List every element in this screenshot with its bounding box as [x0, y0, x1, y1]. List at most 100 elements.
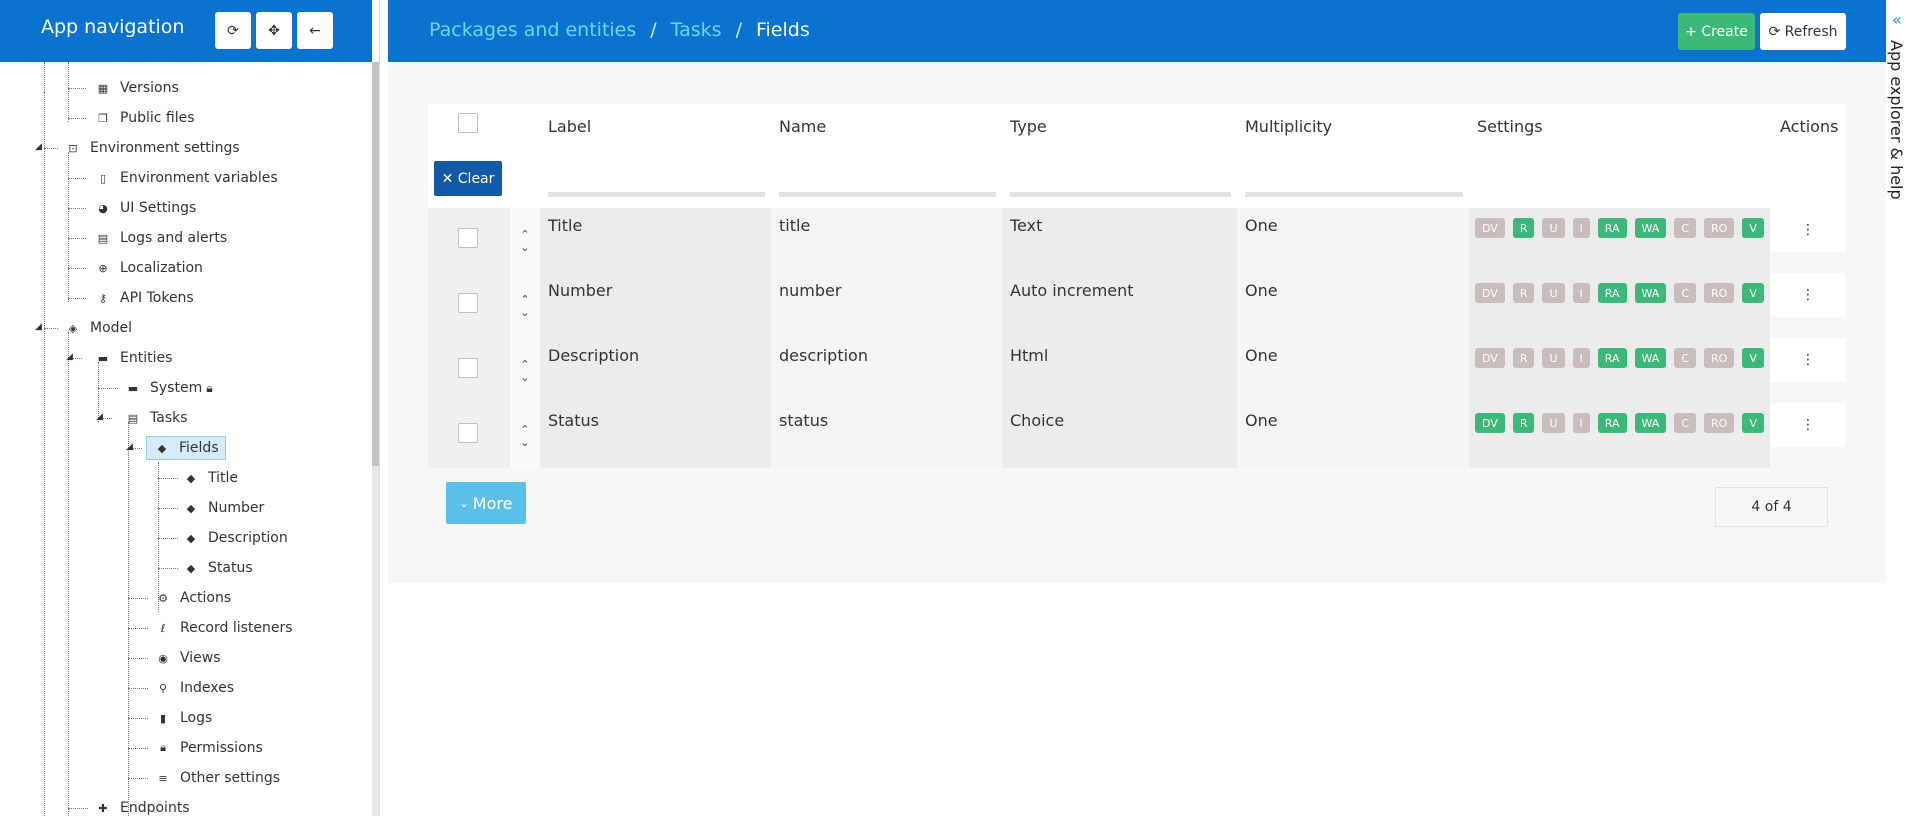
cell-settings: DV R U I RA WA C RO V [1469, 338, 1770, 403]
tree-item-other-settings[interactable]: ≡ Other settings [156, 766, 280, 790]
tree-item-system[interactable]: ▬ System 🔒︎ [126, 376, 213, 400]
cell-name: description [771, 338, 1002, 403]
locate-button[interactable]: ✥ [256, 12, 292, 49]
expanded-caret-icon[interactable]: ◢ [66, 352, 73, 362]
type-filter-input[interactable] [1010, 192, 1231, 197]
row-checkbox[interactable] [458, 293, 478, 313]
tree-item-api-tokens[interactable]: ⚷ API Tokens [96, 286, 194, 310]
tree-item-logs[interactable]: ▮ Logs [156, 706, 212, 730]
setting-badge-r: R [1512, 283, 1535, 303]
tree-item-label: Tasks [150, 410, 188, 426]
tree-item-entities[interactable]: ▬ Entities [96, 346, 173, 370]
cell-type: Auto increment [1002, 273, 1237, 338]
load-more-button[interactable]: ⌄ More [446, 482, 526, 524]
table-row[interactable]: ⌃ ⌄ Status status Choice One DV R U I RA WA C RO… [428, 403, 1846, 468]
column-header-actions: Actions [1780, 117, 1839, 136]
cell-actions: ⋮ [1770, 273, 1846, 338]
row-checkbox[interactable] [458, 423, 478, 443]
create-button[interactable]: + Create [1678, 13, 1755, 50]
cell-label: Description [540, 338, 771, 403]
tree-item-model[interactable]: ◈ Model [66, 316, 132, 340]
expanded-caret-icon[interactable]: ◢ [126, 442, 133, 452]
fields-panel: Label Name Type Multiplicity Settings Ac… [388, 62, 1886, 583]
tree-item-label: Logs and alerts [120, 230, 228, 246]
refresh-button[interactable]: ⟳ Refresh [1760, 13, 1846, 50]
tree-item-label: Status [208, 560, 253, 576]
column-header-multiplicity[interactable]: Multiplicity [1245, 117, 1332, 136]
tree-item-permissions[interactable]: 🔒︎ Permissions [156, 736, 263, 760]
setting-badge-r: R [1512, 413, 1535, 433]
kebab-icon: ⋮ [1801, 222, 1815, 238]
row-checkbox[interactable] [458, 358, 478, 378]
select-all-checkbox[interactable] [458, 113, 478, 133]
multiplicity-filter-input[interactable] [1245, 192, 1463, 197]
row-menu-button[interactable]: ⋮ [1770, 403, 1846, 447]
cell-multiplicity: One [1237, 338, 1469, 403]
table-row[interactable]: ⌃ ⌄ Number number Auto increment One DV R U… [428, 273, 1846, 338]
table-header: Label Name Type Multiplicity Settings Ac… [428, 104, 1846, 208]
tree-item-environment-variables[interactable]: ▯ Environment variables [96, 166, 278, 190]
tree-item-label: UI Settings [120, 200, 197, 216]
cell-label: Title [540, 208, 771, 273]
reorder-handle-icon[interactable]: ⌃ ⌄ [510, 338, 540, 403]
refresh-tree-button[interactable]: ⟳ [215, 12, 251, 49]
setting-badge-v: V [1742, 283, 1764, 303]
tree-item-versions[interactable]: ▦ Versions [96, 76, 179, 100]
clear-filters-button[interactable]: ✕ Clear [434, 161, 502, 196]
tree-item-actions[interactable]: ⚙ Actions [156, 586, 231, 610]
sidebar-scrollbar[interactable] [372, 62, 379, 816]
column-header-label[interactable]: Label [548, 117, 591, 136]
row-check-cell [428, 208, 510, 273]
tree-item-localization[interactable]: ⊕ Localization [96, 256, 203, 280]
expanded-caret-icon[interactable]: ◢ [96, 412, 103, 422]
tree-item-public-files[interactable]: ❐ Public files [96, 106, 194, 130]
setting-badge-ra: RA [1597, 348, 1627, 368]
chevron-down-icon: ⌄ [459, 496, 469, 510]
clipboard-icon: ▯ [99, 171, 107, 185]
sidebar-scrollbar-thumb[interactable] [372, 62, 379, 466]
tree-item-indexes[interactable]: ⚲ Indexes [156, 676, 234, 700]
breadcrumb-current: Fields [755, 19, 810, 41]
table-row[interactable]: ⌃ ⌄ Description description Html One DV R U… [428, 338, 1846, 403]
reorder-handle-icon[interactable]: ⌃ ⌄ [510, 273, 540, 338]
cell-actions: ⋮ [1770, 403, 1846, 468]
breadcrumb-tasks-link[interactable]: Tasks [671, 19, 722, 41]
row-checkbox[interactable] [458, 228, 478, 248]
tree-item-fields[interactable]: ◆ Fields [146, 436, 226, 460]
reorder-handle-icon[interactable]: ⌃ ⌄ [510, 403, 540, 468]
tree-item-ui-settings[interactable]: ◕ UI Settings [96, 196, 196, 220]
breadcrumb-packages-link[interactable]: Packages and entities [429, 19, 636, 41]
kebab-icon: ⋮ [1801, 287, 1815, 303]
row-menu-button[interactable]: ⋮ [1770, 338, 1846, 382]
eye-icon: ◉ [158, 651, 168, 665]
tree-item-views[interactable]: ◉ Views [156, 646, 220, 670]
help-rail-label[interactable]: App explorer & help [1887, 40, 1906, 200]
tree-item-record-listeners[interactable]: ℓ Record listeners [156, 616, 293, 640]
tree-item-status[interactable]: ◆ Status [184, 556, 253, 580]
row-menu-button[interactable]: ⋮ [1770, 273, 1846, 317]
tree-item-environment-settings[interactable]: ⊡ Environment settings [66, 136, 239, 160]
tree-item-title[interactable]: ◆ Title [184, 466, 238, 490]
setting-badge-wa: WA [1634, 218, 1667, 238]
column-header-name[interactable]: Name [779, 117, 826, 136]
table-row[interactable]: ⌃ ⌄ Title title Text One DV R U I RA WA C RO V ⋮ [428, 208, 1846, 273]
column-header-type[interactable]: Type [1010, 117, 1047, 136]
row-menu-button[interactable]: ⋮ [1770, 208, 1846, 252]
expanded-caret-icon[interactable]: ◢ [35, 322, 42, 332]
arrow-left-icon: ← [309, 22, 321, 39]
tree-item-tasks[interactable]: ▤ Tasks [126, 406, 188, 430]
tag-icon: ◆ [186, 471, 196, 485]
help-rail[interactable]: « App explorer & help [1886, 0, 1911, 816]
expanded-caret-icon[interactable]: ◢ [35, 142, 42, 152]
double-chevron-left-icon[interactable]: « [1892, 10, 1902, 29]
tree-item-endpoints[interactable]: ✚ Endpoints [96, 796, 189, 816]
tree-item-logs-and-alerts[interactable]: ▤ Logs and alerts [96, 226, 227, 250]
tree-item-description[interactable]: ◆ Description [184, 526, 288, 550]
name-filter-input[interactable] [779, 192, 996, 197]
reorder-handle-icon[interactable]: ⌃ ⌄ [510, 208, 540, 273]
cell-name: status [771, 403, 1002, 468]
collapse-sidebar-button[interactable]: ← [297, 12, 333, 49]
label-filter-input[interactable] [548, 192, 765, 197]
tree-item-number[interactable]: ◆ Number [184, 496, 264, 520]
tree-item-label: Record listeners [180, 620, 293, 636]
